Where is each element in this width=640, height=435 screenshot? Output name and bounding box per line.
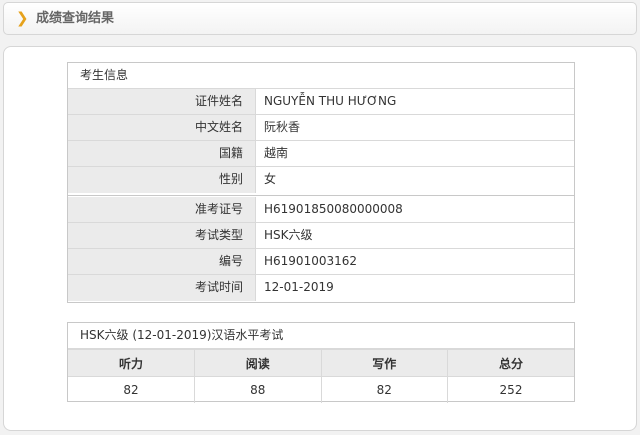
info-label: 准考证号 <box>68 197 256 222</box>
info-row-nationality: 国籍 越南 <box>68 141 574 167</box>
score-header-row: 听力 阅读 写作 总分 <box>68 349 574 377</box>
info-value: NGUYỄN THU HƯƠNG <box>264 94 397 108</box>
info-label: 性别 <box>68 167 256 193</box>
info-label: 编号 <box>68 249 256 274</box>
info-value: 阮秋香 <box>264 120 301 134</box>
score-reading: 88 <box>194 376 322 403</box>
score-column-writing: 写作 <box>320 349 448 377</box>
chevron-right-icon: ❯ <box>16 9 29 27</box>
info-label: 考试时间 <box>68 275 256 301</box>
info-row-exam-type: 考试类型 HSK六级 <box>68 223 574 249</box>
info-row-gender: 性别 女 <box>68 167 574 193</box>
section-divider <box>68 195 574 196</box>
score-column-total: 总分 <box>447 349 574 377</box>
score-value-row: 82 88 82 252 <box>68 376 574 403</box>
page-title: 成绩查询结果 <box>36 11 115 26</box>
score-writing: 82 <box>320 376 448 403</box>
score-table: HSK六级 (12-01-2019)汉语水平考试 听力 阅读 写作 总分 82 … <box>67 322 575 403</box>
info-value: H61901003162 <box>264 254 358 268</box>
candidate-info-heading: 考生信息 <box>68 63 574 89</box>
info-value: 越南 <box>264 146 289 160</box>
info-value: H61901850080000008 <box>264 202 403 216</box>
info-label: 中文姓名 <box>68 115 256 140</box>
score-listening: 82 <box>68 376 195 403</box>
info-row-exam-date: 考试时间 12-01-2019 <box>68 275 574 301</box>
score-heading: HSK六级 (12-01-2019)汉语水平考试 <box>68 323 574 349</box>
info-row-ticket-number: 准考证号 H61901850080000008 <box>68 197 574 223</box>
info-row-id-name: 证件姓名 NGUYỄN THU HƯƠNG <box>68 89 574 115</box>
page-header: ❯ 成绩查询结果 <box>3 2 637 35</box>
candidate-info-table: 考生信息 证件姓名 NGUYỄN THU HƯƠNG 中文姓名 阮秋香 国籍 越… <box>67 62 575 303</box>
info-value: 12-01-2019 <box>264 280 334 294</box>
score-column-listening: 听力 <box>68 349 195 377</box>
score-grid: 听力 阅读 写作 总分 82 88 82 252 <box>68 349 574 403</box>
info-row-serial-number: 编号 H61901003162 <box>68 249 574 275</box>
info-label: 考试类型 <box>68 223 256 248</box>
score-column-reading: 阅读 <box>194 349 322 377</box>
info-label: 证件姓名 <box>68 89 256 114</box>
info-value: 女 <box>264 172 277 186</box>
score-total: 252 <box>447 376 574 403</box>
info-row-chinese-name: 中文姓名 阮秋香 <box>68 115 574 141</box>
info-value: HSK六级 <box>264 228 313 242</box>
info-label: 国籍 <box>68 141 256 166</box>
